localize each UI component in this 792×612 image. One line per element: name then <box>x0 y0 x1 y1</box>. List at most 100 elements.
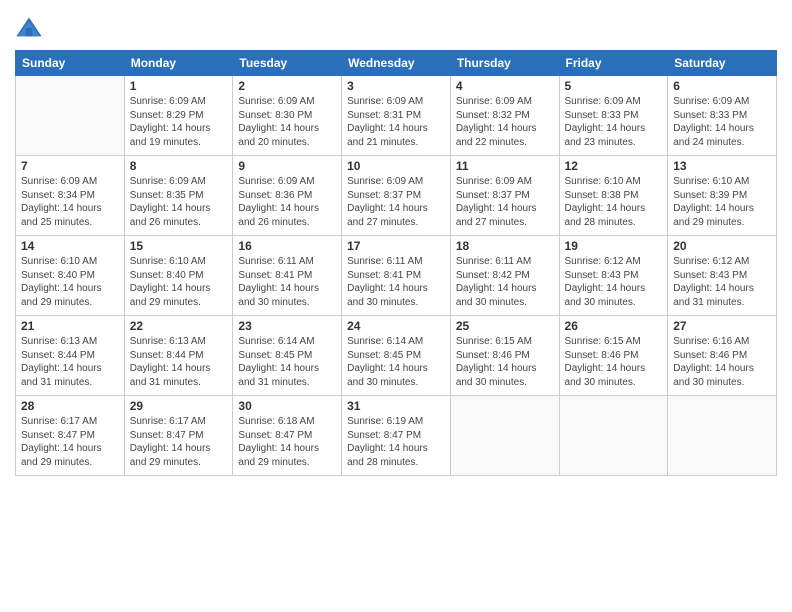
day-info: Sunrise: 6:09 AM Sunset: 8:33 PM Dayligh… <box>565 95 663 149</box>
calendar-cell: 20Sunrise: 6:12 AM Sunset: 8:43 PM Dayli… <box>668 236 777 316</box>
calendar-cell: 11 Sunrise: 6:09 AM Sunset: 8:37 PM Dayli… <box>450 156 559 236</box>
calendar-cell: 4Sunrise: 6:09 AM Sunset: 8:32 PM Daylig… <box>450 76 559 156</box>
day-number: 18 <box>456 239 554 253</box>
day-number: 11 <box>456 159 554 173</box>
day-number: 26 <box>565 319 663 333</box>
day-number: 19 <box>565 239 663 253</box>
calendar-cell: 30 Sunrise: 6:18 AM Sunset: 8:47 PM Dayli… <box>233 396 342 476</box>
day-number: 13 <box>673 159 771 173</box>
day-info: Sunrise: 6:11 AM Sunset: 8:42 PM Dayligh… <box>456 255 554 309</box>
calendar-table: SundayMondayTuesdayWednesdayThursdayFrid… <box>15 50 777 476</box>
calendar-week-row: 21 Sunrise: 6:13 AM Sunset: 8:44 PM Dayli… <box>16 316 777 396</box>
logo-icon <box>15 14 43 42</box>
day-info: Sunrise: 6:09 AM Sunset: 8:35 PM Dayligh… <box>130 175 228 229</box>
day-number: 27 <box>673 319 771 333</box>
calendar-cell: 21 Sunrise: 6:13 AM Sunset: 8:44 PM Dayli… <box>16 316 125 396</box>
calendar-cell <box>559 396 668 476</box>
calendar-cell: 18 Sunrise: 6:11 AM Sunset: 8:42 PM Dayli… <box>450 236 559 316</box>
day-number: 31 <box>347 399 445 413</box>
page: SundayMondayTuesdayWednesdayThursdayFrid… <box>0 0 792 612</box>
day-number: 25 <box>456 319 554 333</box>
calendar-cell <box>668 396 777 476</box>
calendar-cell <box>16 76 125 156</box>
day-number: 21 <box>21 319 119 333</box>
day-number: 30 <box>238 399 336 413</box>
calendar-week-row: 7 Sunrise: 6:09 AM Sunset: 8:34 PM Daylig… <box>16 156 777 236</box>
calendar-cell: 3 Sunrise: 6:09 AM Sunset: 8:31 PM Daylig… <box>342 76 451 156</box>
calendar-day-header: Saturday <box>668 51 777 76</box>
day-number: 3 <box>347 79 445 93</box>
day-info: Sunrise: 6:12 AM Sunset: 8:43 PM Dayligh… <box>565 255 663 309</box>
calendar-cell: 31Sunrise: 6:19 AM Sunset: 8:47 PM Dayli… <box>342 396 451 476</box>
day-info: Sunrise: 6:14 AM Sunset: 8:45 PM Dayligh… <box>347 335 445 389</box>
day-info: Sunrise: 6:09 AM Sunset: 8:32 PM Dayligh… <box>456 95 554 149</box>
calendar-cell: 15 Sunrise: 6:10 AM Sunset: 8:40 PM Dayli… <box>124 236 233 316</box>
calendar-cell: 8 Sunrise: 6:09 AM Sunset: 8:35 PM Daylig… <box>124 156 233 236</box>
day-info: Sunrise: 6:11 AM Sunset: 8:41 PM Dayligh… <box>238 255 336 309</box>
calendar-cell: 27 Sunrise: 6:16 AM Sunset: 8:46 PM Dayli… <box>668 316 777 396</box>
calendar-cell: 22Sunrise: 6:13 AM Sunset: 8:44 PM Dayli… <box>124 316 233 396</box>
day-number: 7 <box>21 159 119 173</box>
day-info: Sunrise: 6:16 AM Sunset: 8:46 PM Dayligh… <box>673 335 771 389</box>
calendar-cell: 1 Sunrise: 6:09 AM Sunset: 8:29 PM Daylig… <box>124 76 233 156</box>
calendar-week-row: 1 Sunrise: 6:09 AM Sunset: 8:29 PM Daylig… <box>16 76 777 156</box>
calendar-cell: 5 Sunrise: 6:09 AM Sunset: 8:33 PM Daylig… <box>559 76 668 156</box>
calendar-day-header: Wednesday <box>342 51 451 76</box>
day-info: Sunrise: 6:14 AM Sunset: 8:45 PM Dayligh… <box>238 335 336 389</box>
calendar-cell: 23 Sunrise: 6:14 AM Sunset: 8:45 PM Dayli… <box>233 316 342 396</box>
day-number: 16 <box>238 239 336 253</box>
day-info: Sunrise: 6:18 AM Sunset: 8:47 PM Dayligh… <box>238 415 336 469</box>
day-info: Sunrise: 6:10 AM Sunset: 8:40 PM Dayligh… <box>130 255 228 309</box>
calendar-day-header: Sunday <box>16 51 125 76</box>
calendar-week-row: 14Sunrise: 6:10 AM Sunset: 8:40 PM Dayli… <box>16 236 777 316</box>
day-number: 1 <box>130 79 228 93</box>
day-info: Sunrise: 6:15 AM Sunset: 8:46 PM Dayligh… <box>565 335 663 389</box>
day-info: Sunrise: 6:17 AM Sunset: 8:47 PM Dayligh… <box>21 415 119 469</box>
calendar-cell: 16 Sunrise: 6:11 AM Sunset: 8:41 PM Dayli… <box>233 236 342 316</box>
calendar-cell: 10 Sunrise: 6:09 AM Sunset: 8:37 PM Dayli… <box>342 156 451 236</box>
calendar-day-header: Thursday <box>450 51 559 76</box>
calendar-cell: 25 Sunrise: 6:15 AM Sunset: 8:46 PM Dayli… <box>450 316 559 396</box>
day-number: 12 <box>565 159 663 173</box>
day-info: Sunrise: 6:10 AM Sunset: 8:40 PM Dayligh… <box>21 255 119 309</box>
calendar-week-row: 28 Sunrise: 6:17 AM Sunset: 8:47 PM Dayli… <box>16 396 777 476</box>
calendar-cell: 28 Sunrise: 6:17 AM Sunset: 8:47 PM Dayli… <box>16 396 125 476</box>
calendar-cell: 29Sunrise: 6:17 AM Sunset: 8:47 PM Dayli… <box>124 396 233 476</box>
day-number: 29 <box>130 399 228 413</box>
day-info: Sunrise: 6:09 AM Sunset: 8:29 PM Dayligh… <box>130 95 228 149</box>
day-number: 28 <box>21 399 119 413</box>
day-number: 5 <box>565 79 663 93</box>
calendar-header-row: SundayMondayTuesdayWednesdayThursdayFrid… <box>16 51 777 76</box>
day-info: Sunrise: 6:09 AM Sunset: 8:30 PM Dayligh… <box>238 95 336 149</box>
day-number: 2 <box>238 79 336 93</box>
calendar-cell: 17Sunrise: 6:11 AM Sunset: 8:41 PM Dayli… <box>342 236 451 316</box>
day-number: 10 <box>347 159 445 173</box>
day-info: Sunrise: 6:13 AM Sunset: 8:44 PM Dayligh… <box>21 335 119 389</box>
day-info: Sunrise: 6:09 AM Sunset: 8:31 PM Dayligh… <box>347 95 445 149</box>
calendar-cell: 7 Sunrise: 6:09 AM Sunset: 8:34 PM Daylig… <box>16 156 125 236</box>
day-info: Sunrise: 6:09 AM Sunset: 8:34 PM Dayligh… <box>21 175 119 229</box>
calendar-cell: 6 Sunrise: 6:09 AM Sunset: 8:33 PM Daylig… <box>668 76 777 156</box>
day-number: 15 <box>130 239 228 253</box>
calendar-cell: 12 Sunrise: 6:10 AM Sunset: 8:38 PM Dayli… <box>559 156 668 236</box>
day-number: 22 <box>130 319 228 333</box>
day-info: Sunrise: 6:15 AM Sunset: 8:46 PM Dayligh… <box>456 335 554 389</box>
day-info: Sunrise: 6:09 AM Sunset: 8:37 PM Dayligh… <box>347 175 445 229</box>
day-info: Sunrise: 6:09 AM Sunset: 8:36 PM Dayligh… <box>238 175 336 229</box>
day-number: 6 <box>673 79 771 93</box>
calendar-cell: 24Sunrise: 6:14 AM Sunset: 8:45 PM Dayli… <box>342 316 451 396</box>
day-number: 23 <box>238 319 336 333</box>
calendar-cell <box>450 396 559 476</box>
day-info: Sunrise: 6:10 AM Sunset: 8:39 PM Dayligh… <box>673 175 771 229</box>
day-number: 20 <box>673 239 771 253</box>
day-number: 8 <box>130 159 228 173</box>
calendar-cell: 26 Sunrise: 6:15 AM Sunset: 8:46 PM Dayli… <box>559 316 668 396</box>
logo <box>15 14 45 42</box>
calendar-day-header: Friday <box>559 51 668 76</box>
calendar-cell: 13 Sunrise: 6:10 AM Sunset: 8:39 PM Dayli… <box>668 156 777 236</box>
day-info: Sunrise: 6:10 AM Sunset: 8:38 PM Dayligh… <box>565 175 663 229</box>
calendar-cell: 2 Sunrise: 6:09 AM Sunset: 8:30 PM Daylig… <box>233 76 342 156</box>
calendar-day-header: Tuesday <box>233 51 342 76</box>
day-info: Sunrise: 6:09 AM Sunset: 8:33 PM Dayligh… <box>673 95 771 149</box>
day-info: Sunrise: 6:09 AM Sunset: 8:37 PM Dayligh… <box>456 175 554 229</box>
